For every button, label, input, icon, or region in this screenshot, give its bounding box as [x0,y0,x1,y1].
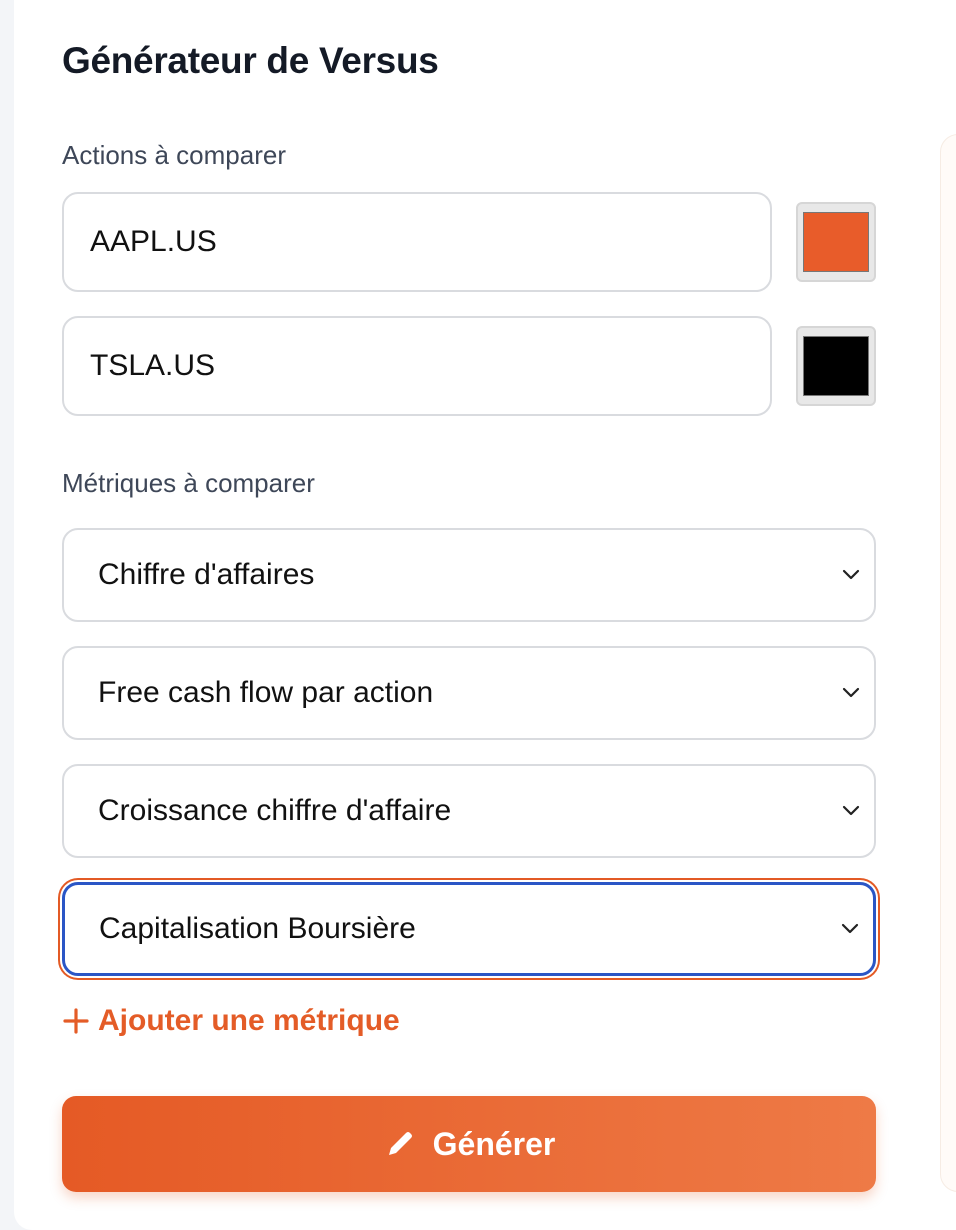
stock-color-picker-2[interactable] [796,326,876,406]
generate-button-label: Générer [432,1125,556,1162]
add-metric-label: Ajouter une métrique [98,1004,400,1037]
stock-input-2[interactable] [62,316,772,416]
chevron-down-icon [827,885,873,973]
metric-select-value: Chiffre d'affaires [98,558,315,591]
pencil-icon [388,1132,412,1155]
page-title: Générateur de Versus [62,40,439,81]
stocks-section-label: Actions à comparer [62,140,286,170]
metric-select-1[interactable]: Chiffre d'affaires [62,528,876,622]
stock-input-1[interactable] [62,192,772,292]
plus-icon [63,1008,89,1034]
metric-select-2[interactable]: Free cash flow par action [62,646,876,740]
stock-color-fill-2 [803,336,869,396]
metric-select-4[interactable]: Capitalisation Boursière [62,882,876,976]
metric-select-value: Free cash flow par action [98,676,434,709]
chevron-down-icon [828,766,874,856]
chevron-down-icon [828,530,874,620]
generate-button[interactable]: Générer [62,1096,876,1192]
preview-card [940,134,956,1192]
metric-select-value: Croissance chiffre d'affaire [98,794,452,827]
add-metric-button[interactable]: Ajouter une métrique [62,1004,400,1038]
metric-select-value: Capitalisation Boursière [99,912,416,945]
stock-color-picker-1[interactable] [796,202,876,282]
chevron-down-icon [828,648,874,738]
metric-select-3[interactable]: Croissance chiffre d'affaire [62,764,876,858]
metrics-section-label: Métriques à comparer [62,468,315,498]
stock-color-fill-1 [803,212,869,272]
